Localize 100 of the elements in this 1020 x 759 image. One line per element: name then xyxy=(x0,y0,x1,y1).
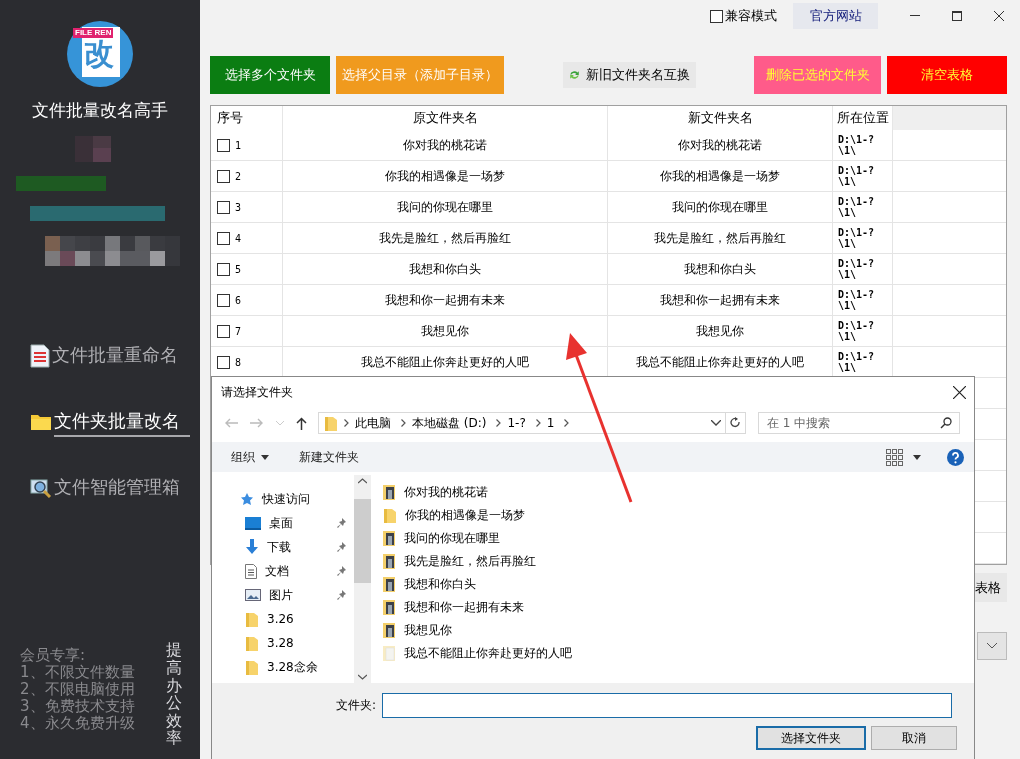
folder-icon xyxy=(30,413,52,431)
breadcrumb[interactable]: 1-? xyxy=(507,416,526,430)
close-button[interactable] xyxy=(953,385,966,399)
promo-line: 4、永久免费升级 xyxy=(20,715,135,733)
row-checkbox[interactable] xyxy=(217,200,230,214)
caret-icon xyxy=(261,454,269,460)
file-item[interactable]: 我想见你 xyxy=(383,619,974,642)
scroll-down-icon[interactable] xyxy=(358,674,367,680)
nav-item[interactable]: 下载 xyxy=(212,535,354,559)
table-cell: 我问的你现在哪里 xyxy=(672,198,768,216)
row-checkbox[interactable] xyxy=(217,293,230,307)
website-button[interactable]: 官方网站 xyxy=(793,3,878,29)
caret-icon xyxy=(913,454,921,460)
view-button[interactable] xyxy=(886,448,921,466)
breadcrumb[interactable]: 1 xyxy=(546,416,555,430)
file-item[interactable]: 你对我的桃花诺 xyxy=(383,481,974,504)
search-icon xyxy=(940,417,952,429)
help-icon[interactable] xyxy=(947,448,964,466)
chevron-icon xyxy=(496,419,502,427)
file-item[interactable]: 我问的你现在哪里 xyxy=(383,527,974,550)
chevron-icon xyxy=(987,643,997,649)
table-cell: 我想见你 xyxy=(421,322,469,340)
table-row[interactable]: 6 我想和你一起拥有未来 我想和你一起拥有未来 D:\1-?\1\ xyxy=(211,285,1006,316)
row-checkbox[interactable] xyxy=(217,138,230,152)
breadcrumb[interactable]: 此电脑 xyxy=(355,414,391,432)
nav-item[interactable]: 3.28 xyxy=(212,631,354,655)
file-item[interactable]: 我想和你白头 xyxy=(383,573,974,596)
table-row[interactable]: 3 我问的你现在哪里 我问的你现在哪里 D:\1-?\1\ xyxy=(211,192,1006,223)
row-number: 5 xyxy=(235,263,242,275)
row-checkbox[interactable] xyxy=(217,169,230,183)
magnifier-icon xyxy=(30,478,52,498)
nav-item[interactable]: 图片 xyxy=(212,583,354,607)
row-checkbox[interactable] xyxy=(217,262,230,276)
scrollbar[interactable] xyxy=(354,475,371,683)
table-row[interactable]: 5 我想和你白头 我想和你白头 D:\1-?\1\ xyxy=(211,254,1006,285)
dialog-title: 请选择文件夹 xyxy=(221,383,293,401)
file-item[interactable]: 我先是脸红，然后再脸红 xyxy=(383,550,974,573)
organize-menu[interactable]: 组织 xyxy=(231,448,269,466)
table-row[interactable]: 7 我想见你 我想见你 D:\1-?\1\ xyxy=(211,316,1006,347)
table-cell: 我先是脸红，然后再脸红 xyxy=(654,229,786,247)
folder-icon xyxy=(383,530,396,547)
file-item[interactable]: 我总不能阻止你奔赴更好的人吧 xyxy=(383,642,974,665)
folder-icon xyxy=(383,599,396,616)
refresh-button[interactable] xyxy=(730,417,741,429)
sidebar-item[interactable]: 文件批量重命名 xyxy=(30,341,184,371)
breadcrumb[interactable]: 本地磁盘 (D:) xyxy=(412,414,487,432)
nav-item[interactable]: 文档 xyxy=(212,559,354,583)
nav-item[interactable]: 3.26 xyxy=(212,607,354,631)
row-checkbox[interactable] xyxy=(217,324,230,338)
table-cell: 我总不能阻止你奔赴更好的人吧 xyxy=(361,353,529,371)
nav-item[interactable]: 3.28念余 xyxy=(212,655,354,679)
file-item[interactable]: 我想和你一起拥有未来 xyxy=(383,596,974,619)
clear-table-button[interactable]: 表格 xyxy=(975,573,1007,602)
row-checkbox[interactable] xyxy=(217,355,230,369)
chevron-icon xyxy=(711,420,721,426)
sidebar-item[interactable]: 文件夹批量改名 xyxy=(30,407,190,437)
promo-line: 1、不限文件数量 xyxy=(20,664,135,682)
up-button[interactable] xyxy=(296,416,307,430)
star-icon xyxy=(240,492,254,506)
toolbar-button[interactable]: 清空表格 xyxy=(887,56,1007,94)
table-cell: 我想和你一起拥有未来 xyxy=(660,291,780,309)
table-cell: D:\1-?\1\ xyxy=(838,227,875,249)
file-item[interactable]: 你我的相遇像是一场梦 xyxy=(383,504,974,527)
table-cell: 我想和你一起拥有未来 xyxy=(385,291,505,309)
table-cell: D:\1-?\1\ xyxy=(838,134,875,156)
table-cell: 我想和你白头 xyxy=(684,260,756,278)
select-folder-button[interactable]: 选择文件夹 xyxy=(756,726,866,750)
folder-icon xyxy=(383,507,397,524)
new-folder-button[interactable]: 新建文件夹 xyxy=(299,448,359,466)
chevron-icon xyxy=(564,419,570,427)
table-row[interactable]: 4 我先是脸红，然后再脸红 我先是脸红，然后再脸红 D:\1-?\1\ xyxy=(211,223,1006,254)
folder-name-field[interactable] xyxy=(382,693,952,718)
checkbox-label: 兼容模式 xyxy=(725,7,777,25)
nav-item[interactable]: 快速访问 xyxy=(212,487,354,511)
row-number: 2 xyxy=(235,170,242,182)
search-field[interactable]: 在 1 中搜索 xyxy=(758,412,960,434)
row-checkbox[interactable] xyxy=(217,231,230,245)
nav-item[interactable]: 桌面 xyxy=(212,511,354,535)
address-bar[interactable]: 此电脑 本地磁盘 (D:) 1-? 1 xyxy=(318,412,726,434)
sidebar-item[interactable]: 文件智能管理箱 xyxy=(30,473,186,503)
row-number: 7 xyxy=(235,325,242,337)
chevron-icon xyxy=(344,419,349,427)
close-button[interactable] xyxy=(994,11,1004,21)
folder-icon xyxy=(383,622,396,639)
folder-icon xyxy=(245,610,259,628)
toolbar-button[interactable]: 选择多个文件夹 xyxy=(210,56,330,94)
download-icon xyxy=(245,539,259,555)
compat-checkbox[interactable] xyxy=(710,9,723,23)
row-number: 1 xyxy=(235,139,242,151)
table-row[interactable]: 2 你我的相遇像是一场梦 你我的相遇像是一场梦 D:\1-?\1\ xyxy=(211,161,1006,192)
minimize-button[interactable] xyxy=(910,15,920,17)
folder-icon xyxy=(383,645,396,662)
cancel-button[interactable]: 取消 xyxy=(871,726,957,750)
promo-line: 3、免费技术支持 xyxy=(20,698,135,716)
maximize-button[interactable] xyxy=(952,11,962,21)
scroll-up-icon[interactable] xyxy=(358,478,367,484)
table-row[interactable]: 1 你对我的桃花诺 你对我的桃花诺 D:\1-?\1\ xyxy=(211,130,1006,161)
swap-button[interactable]: 新旧文件夹名互换 xyxy=(562,62,696,88)
folder-icon xyxy=(383,484,396,501)
row-number: 8 xyxy=(235,356,242,368)
